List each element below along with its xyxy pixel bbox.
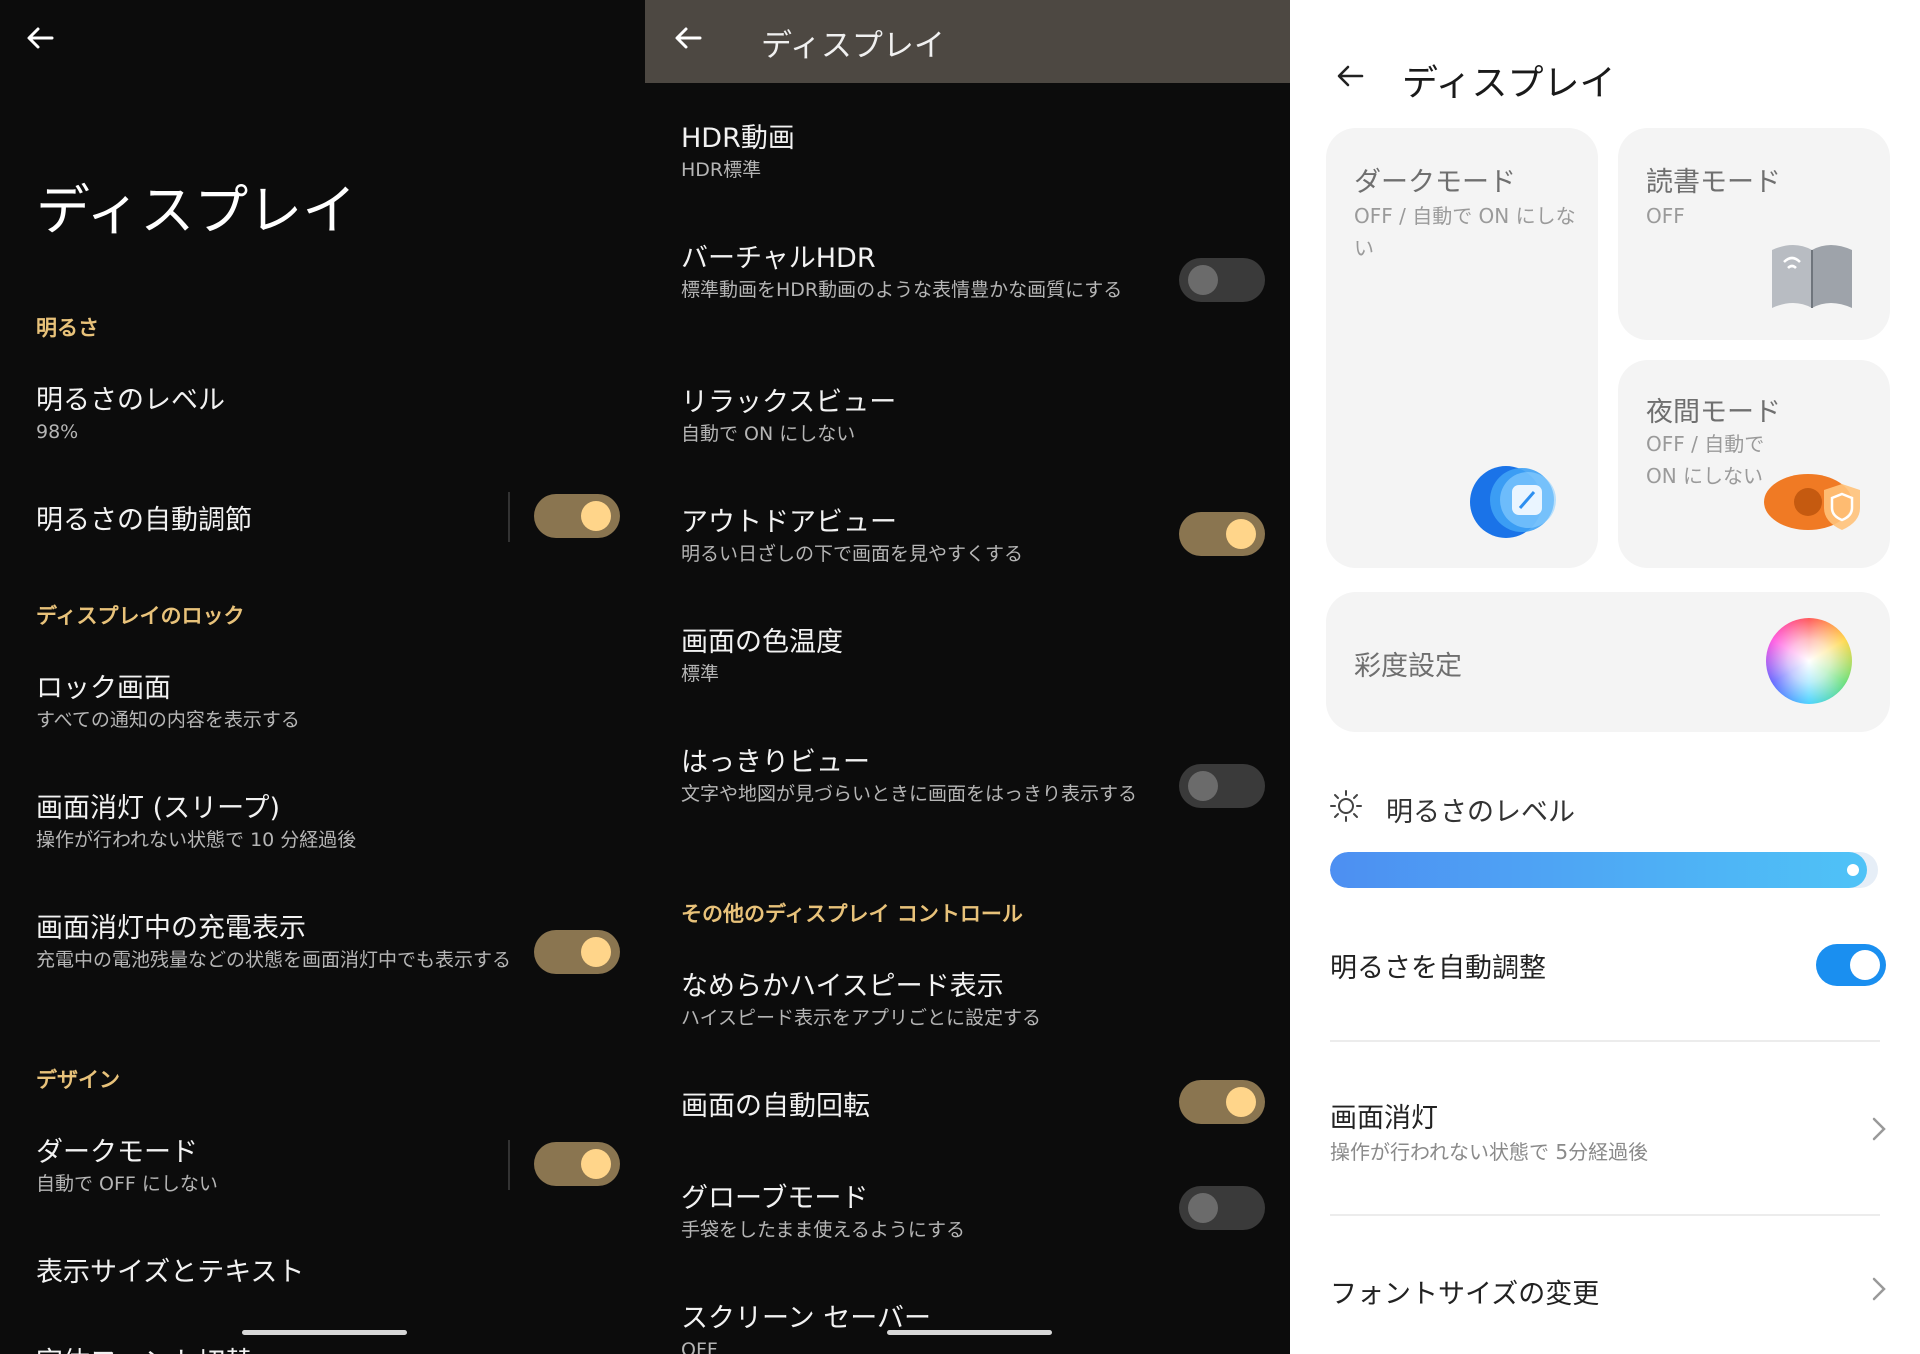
night-mode-card[interactable]: 夜間モード OFF / 自動で ON にしない [1618,360,1890,568]
lock-screen-sub: すべての通知の内容を表示する [36,709,300,731]
relax-view-sub: 自動で ON にしない [681,423,856,445]
glove-mode-toggle[interactable] [1179,1186,1265,1230]
app-bar-title: ディスプレイ [761,28,945,64]
charging-display-toggle[interactable] [534,930,620,974]
brightness-slider[interactable] [1330,852,1878,888]
toggle-knob [581,937,611,967]
font-switch-item[interactable]: 字体フォント切替 [36,1340,252,1354]
gesture-handle[interactable] [887,1330,1052,1335]
app-bar: ディスプレイ [645,0,1290,83]
auto-brightness-toggle[interactable] [1816,944,1886,986]
eye-shield-icon [1764,464,1868,540]
clear-view-title: はっきりビュー [681,747,870,778]
sleep-title: 画面消灯 (スリープ) [36,793,281,824]
toggle-knob [581,501,611,531]
chevron-right-icon [1868,1114,1890,1144]
virtual-hdr-title: バーチャルHDR [681,243,876,274]
display-settings-panel-dark-2: ディスプレイ HDR動画 HDR標準 バーチャルHDR 標準動画をHDR動画のよ… [645,0,1290,1354]
reading-mode-card-title: 読書モード [1646,167,1781,198]
display-size-text-item[interactable]: 表示サイズとテキスト [36,1250,304,1289]
page-title: ディスプレイ [1402,63,1616,104]
clear-view-toggle[interactable] [1179,764,1265,808]
divider [1330,1040,1880,1042]
display-settings-panel-dark-1: ディスプレイ 明るさ 明るさのレベル 98% 明るさの自動調節 ディスプレイのロ… [0,0,645,1354]
hdr-video-sub: HDR標準 [681,159,762,181]
chevron-right-icon [1868,1274,1890,1304]
divider [508,492,510,542]
display-settings-panel-light: ディスプレイ ダークモード OFF / 自動で ON にしない 読書モード OF… [1290,0,1920,1354]
saturation-card[interactable]: 彩度設定 [1326,592,1890,732]
back-arrow-icon[interactable] [24,22,56,54]
toggle-knob [1188,771,1218,801]
charging-display-title: 画面消灯中の充電表示 [36,913,306,944]
glove-mode-sub: 手袋をしたまま使えるようにする [681,1219,966,1241]
color-temp-title: 画面の色温度 [681,627,843,658]
dark-mode-toggle[interactable] [534,1142,620,1186]
toggle-knob [1188,265,1218,295]
screensaver-sub: OFF [681,1339,718,1354]
dark-mode-card[interactable]: ダークモード OFF / 自動で ON にしない [1326,128,1598,568]
screen-off-sub: 操作が行われない状態で 5分経過後 [1330,1140,1649,1164]
brightness-level-label: 明るさのレベル [1386,797,1575,828]
auto-rotate-toggle[interactable] [1179,1080,1265,1124]
brightness-level-title: 明るさのレベル [36,385,225,416]
toggle-knob [1850,950,1880,980]
section-header-other-controls: その他のディスプレイ コントロール [681,902,1023,926]
charging-display-sub: 充電中の電池残量などの状態を画面消灯中でも表示する [36,949,512,971]
auto-brightness-toggle[interactable] [534,494,620,538]
section-header-display-lock: ディスプレイのロック [36,604,245,628]
divider [508,1140,510,1190]
screen-off-title: 画面消灯 [1330,1103,1438,1134]
toggle-knob [1188,1193,1218,1223]
gesture-handle[interactable] [242,1330,407,1335]
virtual-hdr-sub: 標準動画をHDR動画のような表情豊かな画質にする [681,279,1123,301]
page-title: ディスプレイ [36,179,357,242]
section-header-design: デザイン [36,1068,120,1092]
back-arrow-icon[interactable] [1334,60,1366,92]
sleep-sub: 操作が行われない状態で 10 分経過後 [36,829,357,851]
toggle-knob [581,1149,611,1179]
night-mode-card-title: 夜間モード [1646,397,1781,428]
color-wheel-icon [1766,618,1852,704]
section-header-brightness: 明るさ [36,316,99,340]
saturation-card-title: 彩度設定 [1354,651,1462,682]
font-size-title: フォントサイズの変更 [1330,1279,1600,1310]
virtual-hdr-toggle[interactable] [1179,258,1265,302]
smooth-high-speed-title: なめらかハイスピード表示 [681,971,1004,1002]
dark-mode-card-title: ダークモード [1354,167,1516,198]
glove-mode-title: グローブモード [681,1183,869,1214]
color-temp-sub: 標準 [681,663,720,685]
clear-view-sub: 文字や地図が見づらいときに画面をはっきり表示する [681,783,1138,805]
toggle-knob [1226,519,1256,549]
brightness-slider-thumb[interactable] [1847,864,1859,876]
dark-mode-sub: 自動で OFF にしない [36,1173,218,1195]
relax-view-title: リラックスビュー [681,387,897,418]
hdr-video-title: HDR動画 [681,123,795,154]
smooth-high-speed-sub: ハイスピード表示をアプリごとに設定する [681,1007,1042,1029]
dark-mode-icon [1470,462,1566,542]
reading-mode-card-sub: OFF [1646,204,1685,228]
brightness-level-value: 98% [36,421,79,443]
book-icon [1764,232,1860,316]
auto-brightness-title: 明るさの自動調節 [36,505,252,536]
toggle-knob [1226,1087,1256,1117]
sun-icon [1330,790,1362,822]
lock-screen-title: ロック画面 [36,673,171,704]
dark-mode-card-sub: OFF / 自動で ON にしない [1354,204,1576,260]
outdoor-view-title: アウトドアビュー [681,507,897,538]
auto-brightness-label: 明るさを自動調整 [1330,953,1546,984]
outdoor-view-sub: 明るい日ざしの下で画面を見やすくする [681,543,1024,565]
brightness-slider-fill [1330,852,1867,888]
divider [1330,1214,1880,1216]
back-arrow-icon[interactable] [672,22,704,54]
outdoor-view-toggle[interactable] [1179,512,1265,556]
reading-mode-card[interactable]: 読書モード OFF [1618,128,1890,340]
auto-rotate-title: 画面の自動回転 [681,1091,870,1122]
dark-mode-title: ダークモード [36,1137,198,1168]
